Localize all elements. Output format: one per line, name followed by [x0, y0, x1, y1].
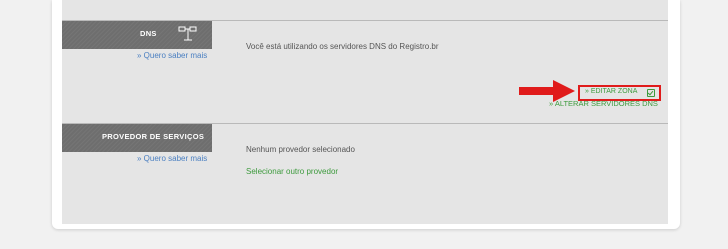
dns-section-title: DNS	[140, 29, 157, 38]
provider-section-title: PROVEDOR DE SERVIÇOS	[102, 132, 205, 141]
network-icon	[178, 26, 197, 41]
edit-zone-label: » EDITAR ZONA	[585, 88, 638, 95]
dns-status-text: Você está utilizando os servidores DNS d…	[246, 42, 439, 51]
dns-learn-more-link[interactable]: » Quero saber mais	[137, 51, 207, 60]
dns-section-header: DNS	[62, 21, 212, 49]
change-dns-servers-link[interactable]: » ALTERAR SERVIDORES DNS	[549, 99, 658, 108]
provider-status-text: Nenhum provedor selecionado	[246, 145, 355, 154]
select-other-provider-link[interactable]: Selecionar outro provedor	[246, 167, 338, 176]
edit-checkbox-icon	[647, 89, 655, 97]
provider-learn-more-link[interactable]: » Quero saber mais	[137, 154, 207, 163]
provider-section-header: PROVEDOR DE SERVIÇOS	[62, 124, 212, 152]
